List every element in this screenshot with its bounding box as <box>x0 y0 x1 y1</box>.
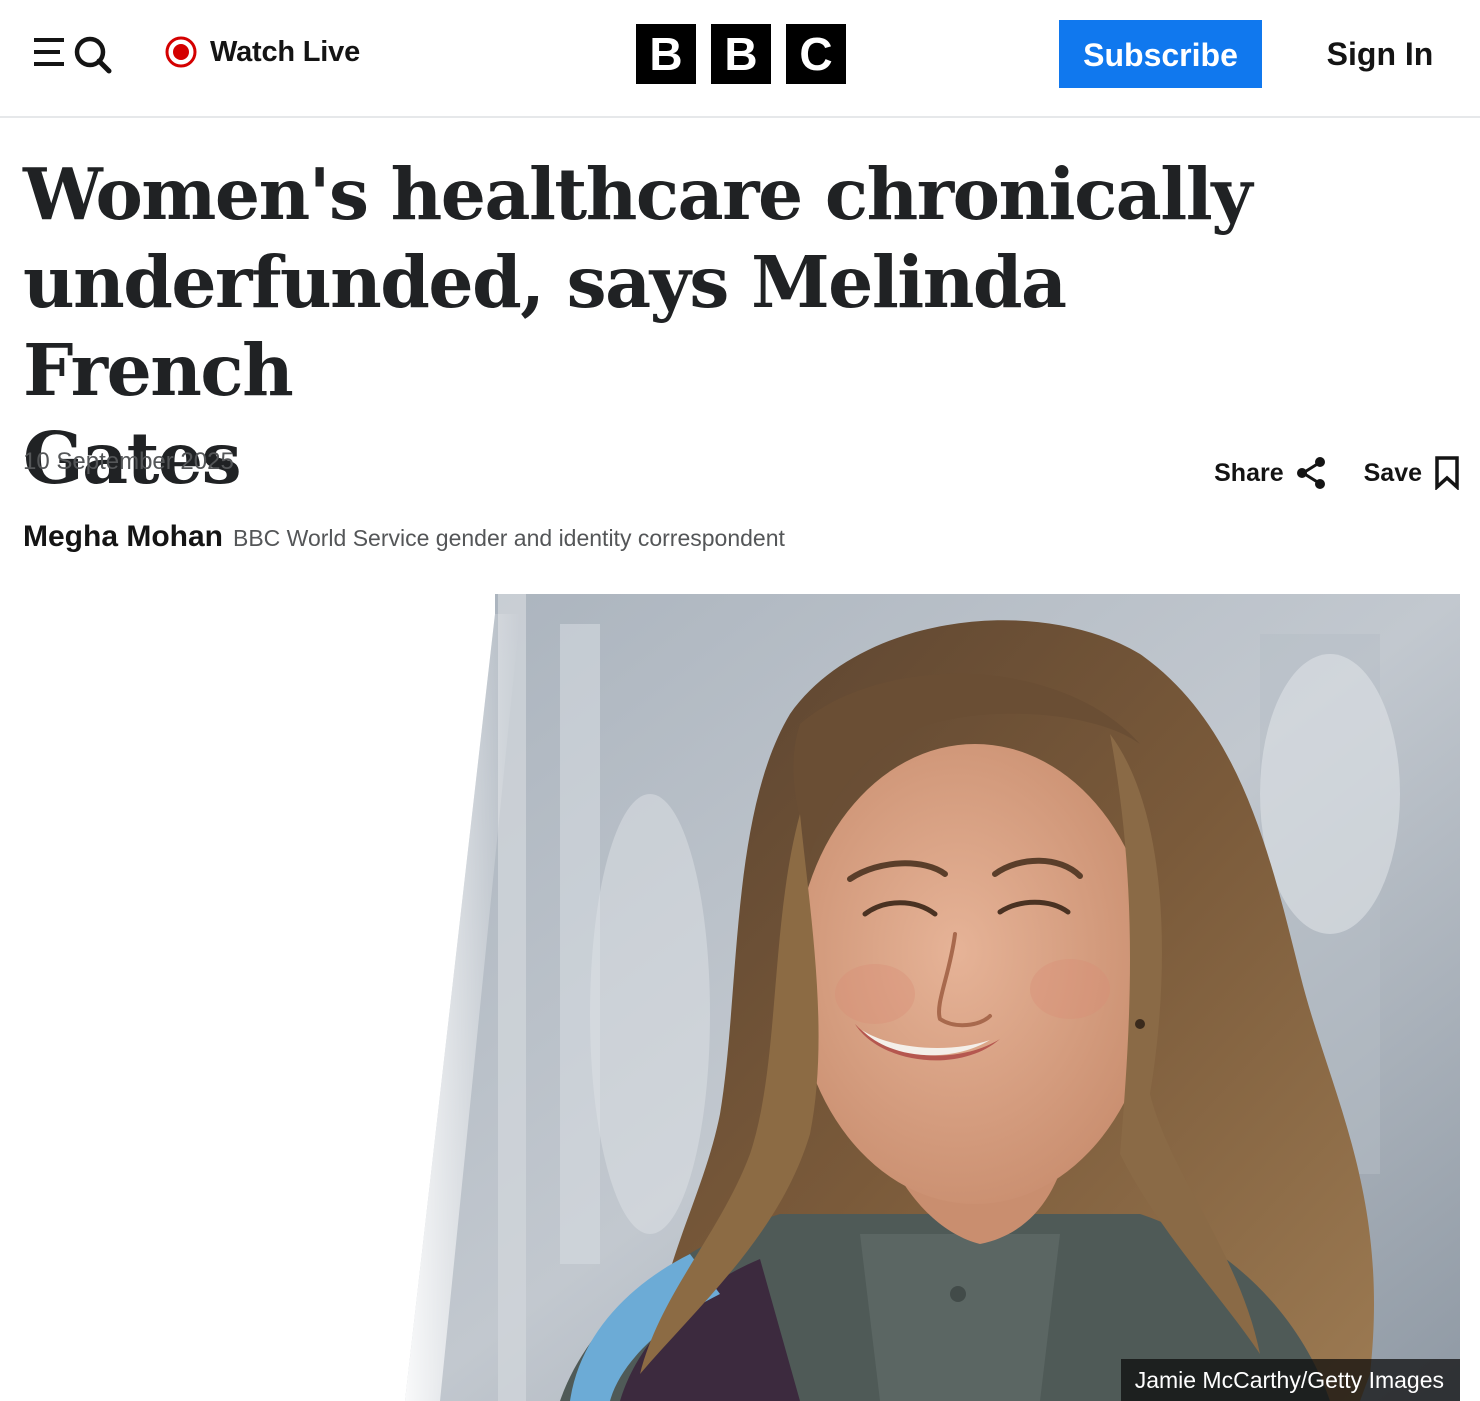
logo-letter-b1: B <box>636 24 696 84</box>
bbc-logo[interactable]: B B C <box>636 24 846 84</box>
menu-icon <box>34 38 64 66</box>
bookmark-icon <box>1435 456 1459 490</box>
share-icon <box>1296 457 1325 489</box>
author-role: BBC World Service gender and identity co… <box>233 525 785 551</box>
image-credit: Jamie McCarthy/Getty Images <box>1120 1359 1460 1401</box>
site-header: Watch Live B B C Subscribe Sign In <box>0 0 1480 118</box>
article-date: 10 September 2025 <box>23 448 234 475</box>
sign-in-button[interactable]: Sign In <box>1310 20 1450 88</box>
byline: Megha Mohan BBC World Service gender and… <box>23 520 785 554</box>
subscribe-button[interactable]: Subscribe <box>1059 20 1262 88</box>
live-dot-icon <box>165 36 197 68</box>
logo-letter-b2: B <box>711 24 771 84</box>
watch-live-link[interactable]: Watch Live <box>164 33 360 71</box>
search-icon <box>74 36 112 74</box>
author-name[interactable]: Megha Mohan <box>23 520 223 554</box>
portrait-photo <box>0 594 1460 1401</box>
headline-line-2: underfunded, says Melinda French <box>23 240 1067 412</box>
share-button[interactable]: Share <box>1214 457 1325 489</box>
hero-image: Jamie McCarthy/Getty Images <box>0 594 1460 1401</box>
save-button[interactable]: Save <box>1364 456 1460 490</box>
article-actions: Share Save <box>1214 456 1460 490</box>
share-label: Share <box>1214 458 1284 487</box>
watch-live-label: Watch Live <box>210 35 361 68</box>
menu-search-button[interactable] <box>30 30 116 76</box>
logo-letter-c: C <box>786 24 846 84</box>
save-label: Save <box>1363 458 1422 487</box>
headline-line-1: Women's healthcare chronically <box>23 152 1253 236</box>
